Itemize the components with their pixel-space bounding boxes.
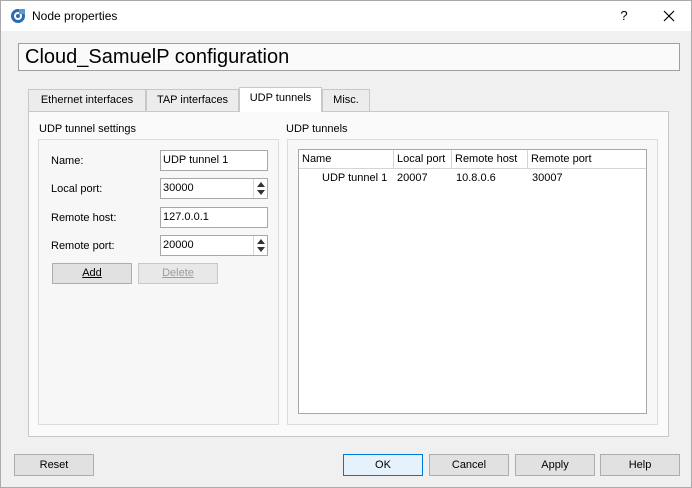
cell-remote-port: 30007 bbox=[532, 172, 563, 184]
remote-port-stepper-icon[interactable] bbox=[253, 236, 267, 255]
remote-port-label: Remote port: bbox=[51, 240, 115, 252]
udp-tunnel-settings-title: UDP tunnel settings bbox=[39, 123, 137, 135]
ok-button[interactable]: OK bbox=[343, 454, 423, 476]
column-header-name[interactable]: Name bbox=[299, 150, 394, 169]
app-icon bbox=[10, 8, 26, 24]
page-title: Cloud_SamuelP configuration bbox=[25, 46, 290, 68]
close-button[interactable] bbox=[651, 3, 687, 29]
local-port-value: 30000 bbox=[163, 182, 194, 194]
column-header-local-port[interactable]: Local port bbox=[394, 150, 452, 169]
cell-name: UDP tunnel 1 bbox=[322, 172, 388, 184]
column-header-remote-host[interactable]: Remote host bbox=[452, 150, 528, 169]
add-button-label: Add bbox=[82, 267, 102, 279]
tab-ethernet-interfaces[interactable]: Ethernet interfaces bbox=[28, 89, 146, 111]
cell-remote-host: 10.8.0.6 bbox=[456, 172, 496, 184]
local-port-label: Local port: bbox=[51, 183, 103, 195]
udp-tunnels-title: UDP tunnels bbox=[286, 123, 348, 135]
remote-port-spinbox[interactable]: 20000 bbox=[160, 235, 268, 256]
context-help-button[interactable]: ? bbox=[609, 3, 639, 29]
name-label: Name: bbox=[51, 155, 84, 167]
node-properties-dialog: Node properties ? Cloud_SamuelP configur… bbox=[0, 0, 692, 488]
apply-button[interactable]: Apply bbox=[515, 454, 595, 476]
delete-button[interactable]: Delete bbox=[138, 263, 218, 284]
configuration-header: Cloud_SamuelP configuration bbox=[18, 43, 680, 71]
column-header-remote-port[interactable]: Remote port bbox=[528, 150, 646, 169]
remote-port-value: 20000 bbox=[163, 239, 194, 251]
tab-udp-tunnels[interactable]: UDP tunnels bbox=[239, 87, 322, 112]
close-icon bbox=[663, 10, 675, 22]
local-port-stepper-icon[interactable] bbox=[253, 179, 267, 198]
delete-button-label: Delete bbox=[162, 267, 194, 279]
udp-tunnels-table[interactable]: Name Local port Remote host Remote port … bbox=[298, 149, 647, 414]
remote-host-label: Remote host: bbox=[51, 212, 117, 224]
help-button[interactable]: Help bbox=[600, 454, 680, 476]
window-title: Node properties bbox=[32, 9, 118, 23]
remote-host-field[interactable]: 127.0.0.1 bbox=[160, 207, 268, 228]
add-button[interactable]: Add bbox=[52, 263, 132, 284]
local-port-spinbox[interactable]: 30000 bbox=[160, 178, 268, 199]
reset-button[interactable]: Reset bbox=[14, 454, 94, 476]
cell-local-port: 20007 bbox=[397, 172, 428, 184]
title-bar: Node properties ? bbox=[1, 1, 691, 31]
name-field[interactable]: UDP tunnel 1 bbox=[160, 150, 268, 171]
tab-tap-interfaces[interactable]: TAP interfaces bbox=[146, 89, 239, 111]
cancel-button[interactable]: Cancel bbox=[429, 454, 509, 476]
tab-misc[interactable]: Misc. bbox=[322, 89, 370, 111]
